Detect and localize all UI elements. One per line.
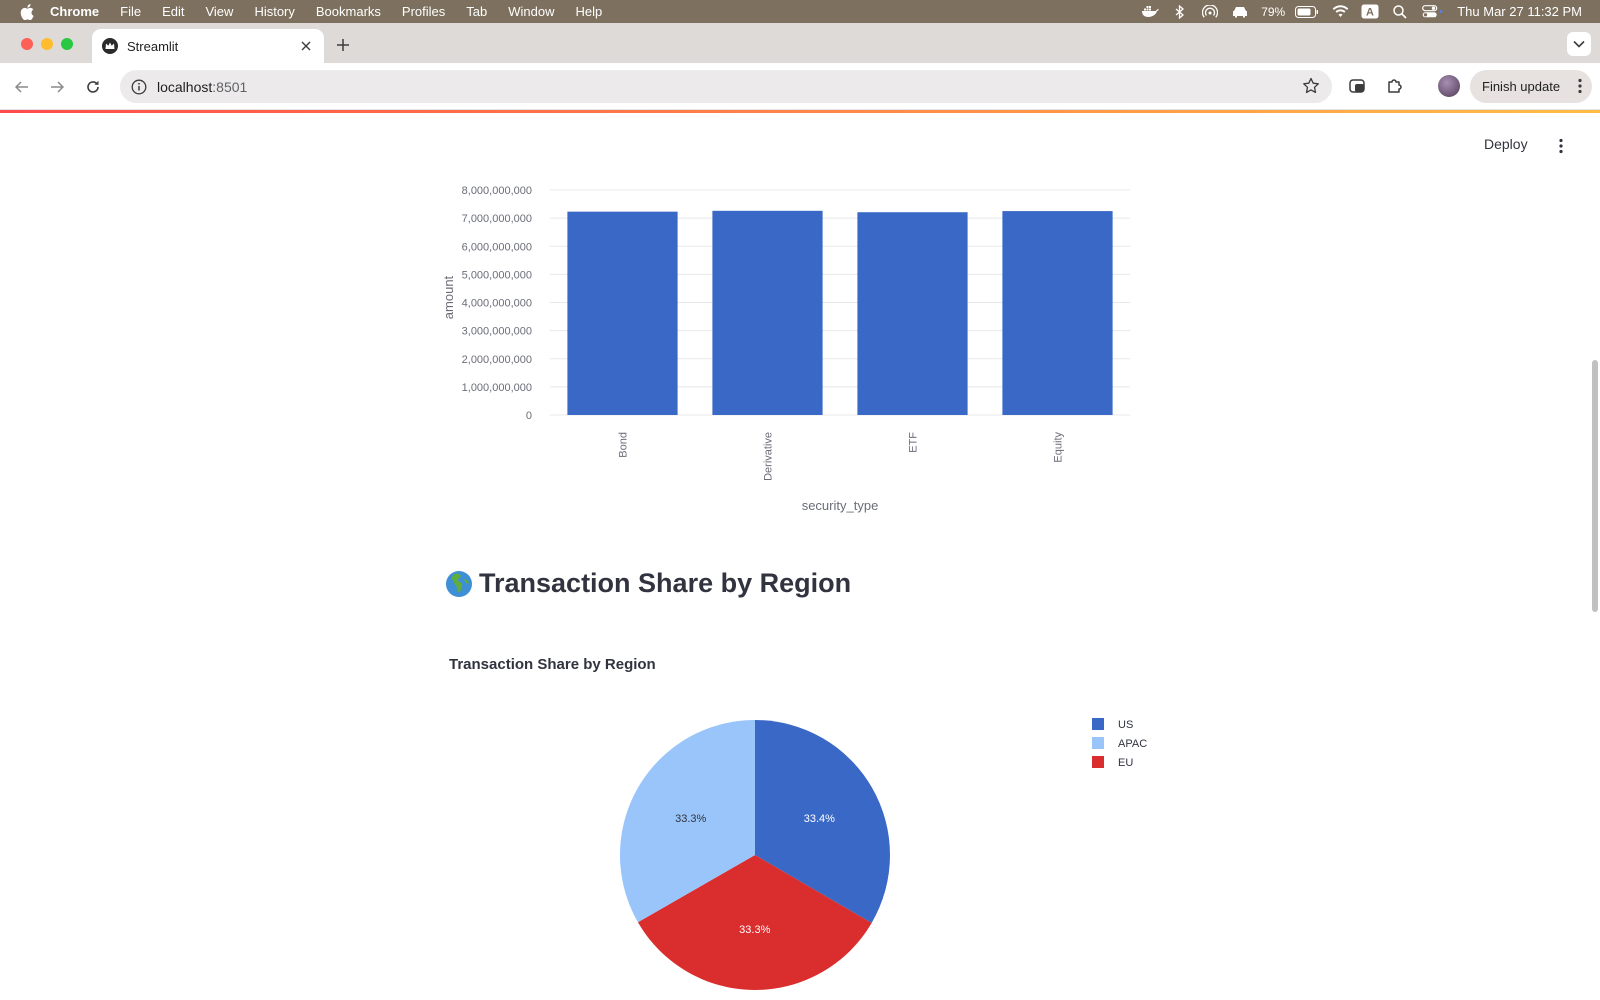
legend-label-apac[interactable]: APAC xyxy=(1118,738,1147,750)
y-tick-label: 6,000,000,000 xyxy=(462,241,532,253)
y-tick-label: 4,000,000,000 xyxy=(462,298,532,310)
bar-etf[interactable] xyxy=(857,212,968,415)
section-title-text: Transaction Share by Region xyxy=(479,568,852,598)
wifi-icon[interactable] xyxy=(1331,5,1349,19)
deploy-button[interactable]: Deploy xyxy=(1484,136,1528,152)
macos-menu-bar: Chrome File Edit View History Bookmarks … xyxy=(0,0,1600,23)
page-scrollbar-thumb[interactable] xyxy=(1592,360,1598,612)
address-bar[interactable]: localhost:8501 xyxy=(120,70,1332,103)
x-axis-label: security_type xyxy=(802,498,879,513)
menu-tab[interactable]: Tab xyxy=(466,4,487,19)
menu-window[interactable]: Window xyxy=(508,4,554,19)
menubar-clock[interactable]: Thu Mar 27 11:32 PM xyxy=(1457,4,1582,19)
pie-value-label: 33.3% xyxy=(675,813,706,825)
tab-search-chevron-icon[interactable] xyxy=(1567,32,1591,56)
browser-tab-strip: Streamlit xyxy=(0,23,1600,63)
new-tab-icon[interactable] xyxy=(334,36,352,54)
streamlit-crown-icon xyxy=(102,38,118,54)
legend-swatch-us[interactable] xyxy=(1092,718,1104,730)
menu-bookmarks[interactable]: Bookmarks xyxy=(316,4,381,19)
input-source-label: A xyxy=(1366,7,1374,19)
url-text[interactable]: localhost:8501 xyxy=(157,79,247,95)
x-tick-label: ETF xyxy=(908,432,920,453)
legend-swatch-apac[interactable] xyxy=(1092,737,1104,749)
section-title: Transaction Share by Region xyxy=(445,568,851,599)
y-tick-label: 2,000,000,000 xyxy=(462,354,532,366)
legend-swatch-eu[interactable] xyxy=(1092,756,1104,768)
extension-puzzle-badge-icon[interactable] xyxy=(1348,76,1368,96)
bar-equity[interactable] xyxy=(1002,211,1113,415)
pie-value-label: 33.4% xyxy=(804,813,835,825)
pie-value-label: 33.3% xyxy=(739,924,770,936)
site-info-icon[interactable] xyxy=(130,78,148,96)
bookmark-star-icon[interactable] xyxy=(1302,77,1320,95)
car-icon[interactable] xyxy=(1231,5,1249,19)
back-arrow-icon[interactable] xyxy=(12,77,32,97)
url-port: :8501 xyxy=(212,78,248,95)
menu-app-name[interactable]: Chrome xyxy=(50,4,99,19)
url-host: localhost xyxy=(157,78,213,95)
finish-update-button[interactable]: Finish update xyxy=(1470,70,1592,103)
pie-chart-transaction-share: 33.4% 33.3% 33.3% US APAC EU xyxy=(620,718,1147,990)
browser-toolbar: localhost:8501 Finish update xyxy=(0,63,1600,110)
legend-label-us[interactable]: US xyxy=(1118,719,1133,731)
streamlit-main-menu-icon[interactable] xyxy=(1553,137,1569,155)
menu-help[interactable]: Help xyxy=(576,4,603,19)
apple-logo-icon[interactable] xyxy=(20,3,36,20)
forward-arrow-icon[interactable] xyxy=(47,77,67,97)
control-center-icon[interactable] xyxy=(1421,5,1445,19)
y-tick-label: 7,000,000,000 xyxy=(462,213,532,225)
window-minimize-button[interactable] xyxy=(41,38,53,50)
docker-icon[interactable] xyxy=(1141,5,1160,19)
input-source-icon[interactable]: A xyxy=(1361,4,1379,19)
airdrop-icon[interactable] xyxy=(1201,4,1219,19)
menu-edit[interactable]: Edit xyxy=(162,4,184,19)
chrome-menu-icon[interactable] xyxy=(1578,78,1582,97)
bar-bond[interactable] xyxy=(567,211,678,415)
extensions-icon[interactable] xyxy=(1385,76,1405,96)
menu-profiles[interactable]: Profiles xyxy=(402,4,445,19)
battery-icon[interactable] xyxy=(1295,5,1319,19)
reload-icon[interactable] xyxy=(83,77,103,97)
browser-tab-streamlit[interactable]: Streamlit xyxy=(92,29,324,63)
y-axis-label: amount xyxy=(441,275,456,319)
profile-avatar[interactable] xyxy=(1438,75,1460,97)
bar-derivative[interactable] xyxy=(712,210,823,415)
y-tick-label: 0 xyxy=(526,410,532,422)
window-zoom-button[interactable] xyxy=(61,38,73,50)
y-tick-label: 3,000,000,000 xyxy=(462,326,532,338)
tab-title: Streamlit xyxy=(127,38,179,54)
menu-file[interactable]: File xyxy=(120,4,141,19)
menu-view[interactable]: View xyxy=(205,4,233,19)
y-tick-label: 8,000,000,000 xyxy=(462,185,532,197)
menu-history[interactable]: History xyxy=(254,4,294,19)
bar-chart-amount-by-security-type: 0 1,000,000,000 2,000,000,000 3,000,000,000… xyxy=(441,185,1130,513)
x-tick-label: Equity xyxy=(1053,432,1065,463)
x-tick-label: Derivative xyxy=(763,432,775,481)
legend-label-eu[interactable]: EU xyxy=(1118,757,1133,769)
close-tab-icon[interactable] xyxy=(298,38,314,54)
x-tick-label: Bond xyxy=(618,432,630,458)
spotlight-search-icon[interactable] xyxy=(1391,4,1409,19)
y-tick-label: 5,000,000,000 xyxy=(462,269,532,281)
bluetooth-icon[interactable] xyxy=(1171,4,1189,19)
globe-africa-icon xyxy=(446,570,472,597)
window-close-button[interactable] xyxy=(21,38,33,50)
y-tick-label: 1,000,000,000 xyxy=(462,382,532,394)
finish-update-label: Finish update xyxy=(1482,79,1561,94)
streamlit-header-decoration xyxy=(0,110,1600,113)
battery-percent: 79% xyxy=(1261,4,1286,19)
